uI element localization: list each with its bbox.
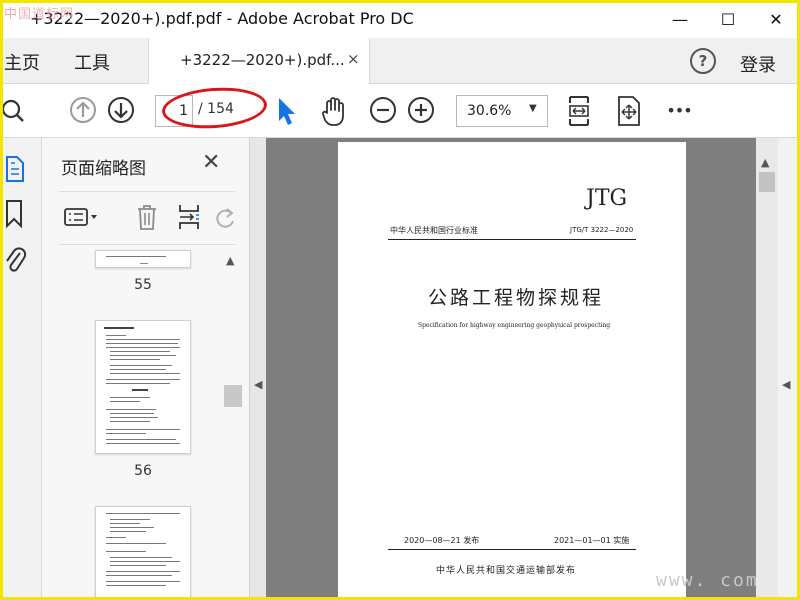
tab-home[interactable]: 主页 <box>4 49 40 75</box>
zoom-select[interactable]: 30.6% ▼ <box>456 95 548 127</box>
hand-tool-icon[interactable] <box>318 94 350 128</box>
effective-date: 2021—01—01 实施 <box>554 536 630 545</box>
document-title: 公路工程物探规程 <box>428 287 605 309</box>
rotate-page-icon[interactable] <box>214 202 238 232</box>
fit-page-icon[interactable] <box>564 93 594 129</box>
watermark-bottom: www. com <box>656 570 759 591</box>
thumbnail-options-icon[interactable] <box>62 204 102 230</box>
insert-page-icon[interactable] <box>176 202 202 232</box>
page-thumbnail[interactable] <box>95 506 191 600</box>
help-icon[interactable]: ? <box>690 48 716 74</box>
thumbnail-page-number: 55 <box>134 277 152 293</box>
chevron-down-icon: ▼ <box>529 103 537 114</box>
full-screen-icon[interactable] <box>614 94 644 128</box>
tab-bar: 主页 工具 +3222—2020+).pdf... × ? 登录 <box>0 38 800 84</box>
page-thumbnail[interactable] <box>95 320 191 454</box>
select-cursor-icon[interactable] <box>272 94 300 128</box>
standard-code: JTG <box>586 186 628 211</box>
document-scrollbar-thumb[interactable] <box>759 172 775 192</box>
bookmarks-icon[interactable] <box>2 198 28 230</box>
window-title: +3222—2020+).pdf.pdf - Adobe Acrobat Pro… <box>30 9 414 28</box>
left-navigation-rail <box>0 138 42 600</box>
standard-category: 中华人民共和国行业标准 <box>390 226 478 235</box>
tab-document[interactable]: +3222—2020+).pdf... × <box>148 38 370 84</box>
panel-divider <box>59 191 235 192</box>
panel-title: 页面缩略图 <box>61 159 146 179</box>
thumbnail-scrollbar-thumb[interactable] <box>224 385 242 407</box>
page-thumbnails-icon[interactable] <box>2 154 28 186</box>
issue-date: 2020—08—21 发布 <box>404 536 480 545</box>
panel-divider <box>59 244 235 245</box>
page-thumbnails-panel: 页面缩略图 ✕ ▲ 55 56 <box>42 138 250 600</box>
login-link[interactable]: 登录 <box>740 51 776 77</box>
right-tools-rail: ◀ <box>778 138 800 600</box>
zoom-value: 30.6% <box>467 103 512 119</box>
panel-splitter[interactable]: ◀ <box>250 138 266 600</box>
delete-page-icon[interactable] <box>134 202 160 232</box>
header-rule <box>388 239 636 240</box>
scroll-up-icon[interactable]: ▲ <box>226 254 234 267</box>
footer-rule <box>388 549 636 550</box>
watermark-top: 中国道标网 <box>4 7 75 22</box>
thumbnail-page-number: 56 <box>134 463 152 479</box>
standard-number: JTG/T 3222—2020 <box>570 226 634 234</box>
attachments-icon[interactable] <box>2 242 28 276</box>
maximize-button[interactable]: ☐ <box>704 0 752 38</box>
more-tools-icon[interactable]: ••• <box>664 98 694 122</box>
document-title-english: Specification for highway engineering ge… <box>418 322 611 329</box>
tab-tools[interactable]: 工具 <box>74 49 110 75</box>
toolbar: ••• <box>0 84 800 138</box>
document-tab-label: +3222—2020+).pdf... <box>180 51 345 69</box>
document-tab-close-button[interactable]: × <box>347 50 360 68</box>
close-window-button[interactable]: ✕ <box>752 0 800 38</box>
minimize-button[interactable]: — <box>656 0 704 38</box>
expand-right-pane-icon[interactable]: ◀ <box>782 378 790 391</box>
collapse-panel-icon[interactable]: ◀ <box>254 378 262 391</box>
next-page-icon[interactable] <box>106 95 136 125</box>
scroll-up-icon[interactable]: ▲ <box>761 156 769 169</box>
document-scrollbar[interactable]: ▲ <box>756 138 778 600</box>
issuing-authority: 中华人民共和国交通运输部发布 <box>436 566 577 576</box>
panel-close-button[interactable]: ✕ <box>202 152 220 174</box>
title-bar: +3222—2020+).pdf.pdf - Adobe Acrobat Pro… <box>0 0 800 38</box>
thumbnail-scrollbar[interactable] <box>223 250 245 600</box>
search-icon[interactable] <box>0 96 30 126</box>
zoom-in-icon[interactable] <box>406 95 436 125</box>
page-thumbnail[interactable] <box>95 250 191 268</box>
zoom-out-icon[interactable] <box>368 95 398 125</box>
previous-page-icon[interactable] <box>68 95 98 125</box>
pdf-page: JTG 中华人民共和国行业标准 JTG/T 3222—2020 公路工程物探规程… <box>338 142 686 600</box>
